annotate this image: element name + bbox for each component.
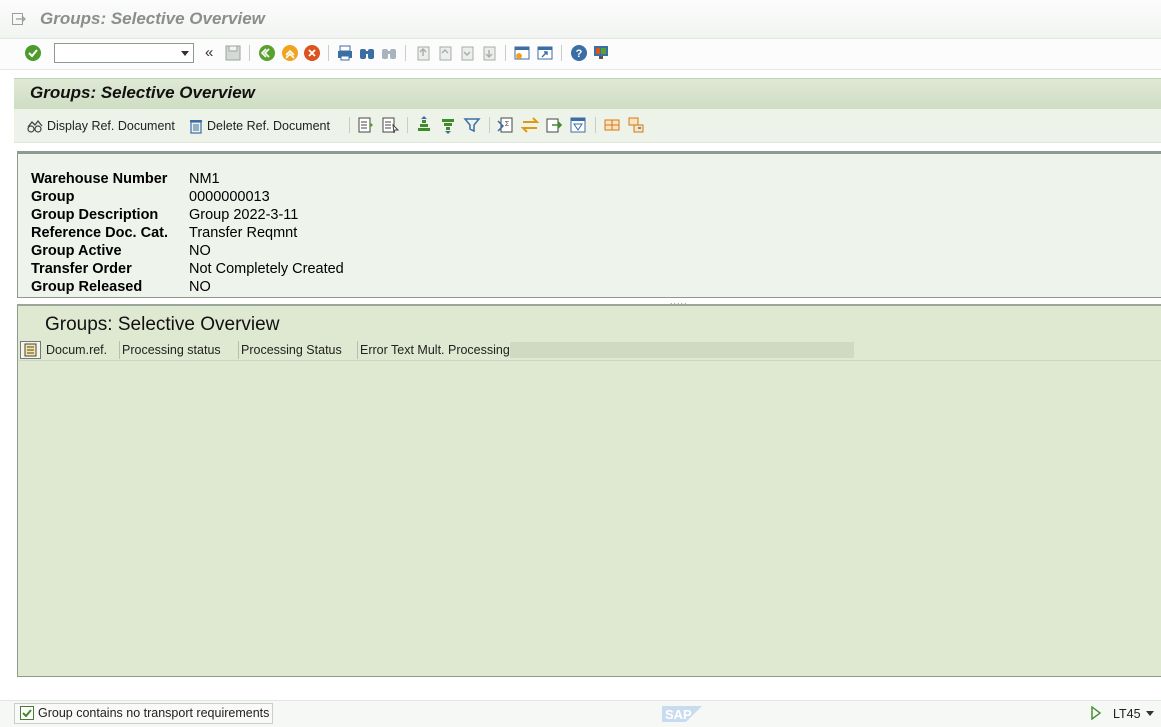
application-toolbar [14, 109, 1161, 143]
column-header-fill [510, 342, 854, 358]
print-icon[interactable] [336, 44, 354, 62]
field-label-reference-doc-cat: Reference Doc. Cat. [31, 225, 168, 241]
next-page-icon[interactable] [458, 44, 476, 62]
display-ref-document-label: Display Ref. Document [47, 119, 175, 133]
field-label-group-active: Group Active [31, 243, 122, 259]
svg-text:?: ? [576, 48, 583, 60]
display-ref-document-button[interactable]: Display Ref. Document [26, 117, 175, 135]
exit-screen-icon[interactable] [12, 13, 26, 25]
shortcut-icon[interactable] [536, 44, 554, 62]
export-icon[interactable] [545, 116, 563, 134]
toolbar-separator [595, 117, 596, 133]
collapse-tree-icon[interactable] [627, 116, 645, 134]
cancel-icon[interactable] [303, 44, 321, 62]
toolbar-separator [349, 117, 350, 133]
customize-layout-icon[interactable] [592, 44, 610, 62]
field-value-group-released: NO [189, 279, 211, 295]
create-session-icon[interactable] [513, 44, 531, 62]
transaction-code: LT45 [1113, 707, 1141, 721]
help-icon[interactable]: ? [570, 44, 588, 62]
field-value-group-description: Group 2022-3-11 [189, 207, 299, 223]
delete-ref-document-button[interactable]: Delete Ref. Document [188, 117, 330, 135]
exit-icon[interactable] [281, 44, 299, 62]
success-check-icon [20, 706, 34, 720]
sort-ascending-icon[interactable] [415, 116, 433, 134]
command-field[interactable] [54, 43, 194, 63]
window-title: Groups: Selective Overview [40, 9, 265, 28]
toolbar-separator [561, 45, 562, 61]
field-value-group-active: NO [189, 243, 211, 259]
last-page-icon[interactable] [480, 44, 498, 62]
delete-ref-document-label: Delete Ref. Document [207, 119, 330, 133]
play-icon[interactable] [1090, 706, 1102, 720]
column-header-processing-status-2[interactable]: Processing Status [238, 341, 358, 359]
select-all-button[interactable] [20, 341, 41, 359]
filter-icon[interactable] [463, 116, 481, 134]
subtotal-icon[interactable] [521, 116, 539, 134]
find-next-icon[interactable] [380, 44, 398, 62]
toolbar-separator [328, 45, 329, 61]
previous-page-icon[interactable] [436, 44, 454, 62]
field-label-group: Group [31, 189, 75, 205]
field-value-group: 0000000013 [189, 189, 270, 205]
total-icon[interactable]: Σ [496, 116, 514, 134]
page-title: Groups: Selective Overview [30, 83, 255, 102]
sort-descending-icon[interactable] [439, 116, 457, 134]
glasses-icon [27, 119, 43, 133]
trash-icon [190, 120, 202, 134]
toolbar-separator [489, 117, 490, 133]
collapse-toolbar-icon[interactable]: « [205, 44, 213, 61]
first-page-icon[interactable] [414, 44, 432, 62]
choose-icon[interactable] [381, 116, 399, 134]
status-message: Group contains no transport requirements [38, 706, 270, 720]
sap-logo: SAP [662, 706, 702, 722]
svg-text:Σ: Σ [505, 121, 510, 128]
field-value-warehouse-number: NM1 [189, 171, 220, 187]
field-value-transfer-order: Not Completely Created [189, 261, 344, 277]
field-label-group-description: Group Description [31, 207, 159, 223]
find-icon[interactable] [358, 44, 376, 62]
toolbar-separator [249, 45, 250, 61]
toolbar-separator [505, 45, 506, 61]
field-value-reference-doc-cat: Transfer Reqmnt [189, 225, 298, 241]
field-label-group-released: Group Released [31, 279, 143, 295]
select-all-icon [24, 343, 37, 357]
chevron-down-icon[interactable] [1146, 711, 1154, 716]
expand-tree-icon[interactable] [603, 116, 621, 134]
chevron-down-icon[interactable] [181, 51, 189, 56]
column-header-error-text[interactable]: Error Text Mult. Processing [357, 341, 517, 359]
field-label-transfer-order: Transfer Order [31, 261, 132, 277]
save-icon[interactable] [224, 44, 242, 62]
svg-text:SAP: SAP [665, 707, 692, 722]
enter-check-icon[interactable] [24, 44, 42, 62]
back-icon[interactable] [258, 44, 276, 62]
toolbar-separator [407, 117, 408, 133]
field-label-warehouse-number: Warehouse Number [31, 171, 168, 187]
grid-title: Groups: Selective Overview [45, 314, 280, 335]
column-header-docum-ref[interactable]: Docum.ref. [43, 341, 120, 359]
column-header-processing-status[interactable]: Processing status [119, 341, 239, 359]
toolbar-separator [405, 45, 406, 61]
layout-icon[interactable] [569, 116, 587, 134]
details-icon[interactable] [357, 116, 375, 134]
